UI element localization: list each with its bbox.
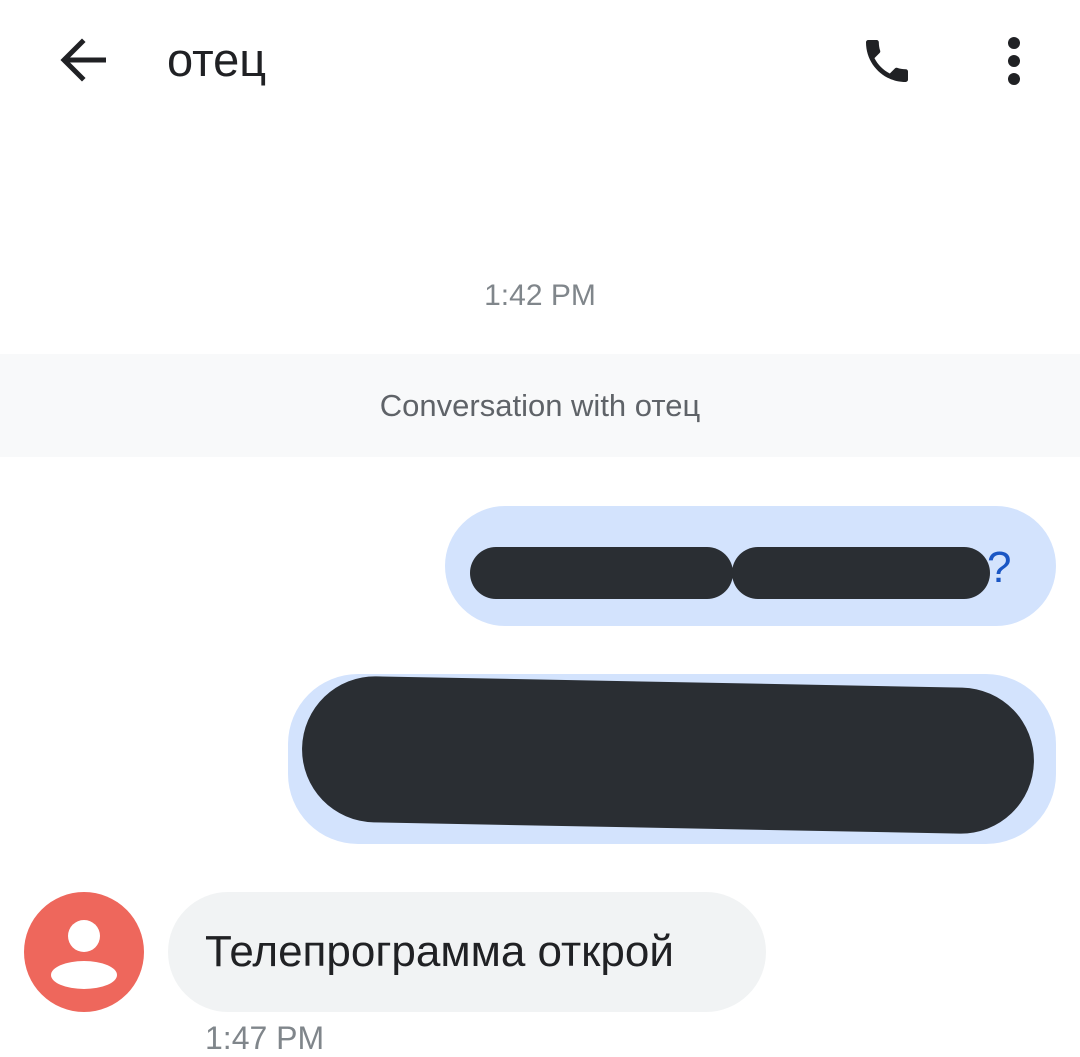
outgoing-message-bubble[interactable]: ? [445,506,1056,626]
phone-icon [866,40,908,82]
messaging-screen: отец 1:42 PM Conversation with отец ? Те… [0,0,1080,1057]
more-vert-icon [1008,37,1020,85]
banner-text: Conversation with отец [379,388,701,423]
back-button[interactable] [52,28,116,92]
call-button[interactable] [852,26,922,96]
incoming-message-bubble[interactable]: Телепрограмма открой [168,892,766,1012]
contact-avatar[interactable] [24,892,144,1012]
arrow-back-icon [60,38,106,82]
top-app-bar: отец [0,0,1080,120]
message-timestamp: 1:47 PM [205,1020,325,1056]
conversation-banner: Conversation with отец [0,354,1080,457]
conversation-title: отец [167,33,267,86]
message-text: Телепрограмма открой [205,927,674,976]
redaction-mark [300,674,1036,836]
outgoing-message-bubble[interactable] [288,674,1056,844]
timestamp: 1:42 PM [484,279,596,312]
redaction-mark [470,547,733,599]
message-text: ? [987,543,1012,592]
more-options-button[interactable] [986,26,1042,96]
person-icon [51,920,117,989]
redaction-mark [732,547,990,599]
